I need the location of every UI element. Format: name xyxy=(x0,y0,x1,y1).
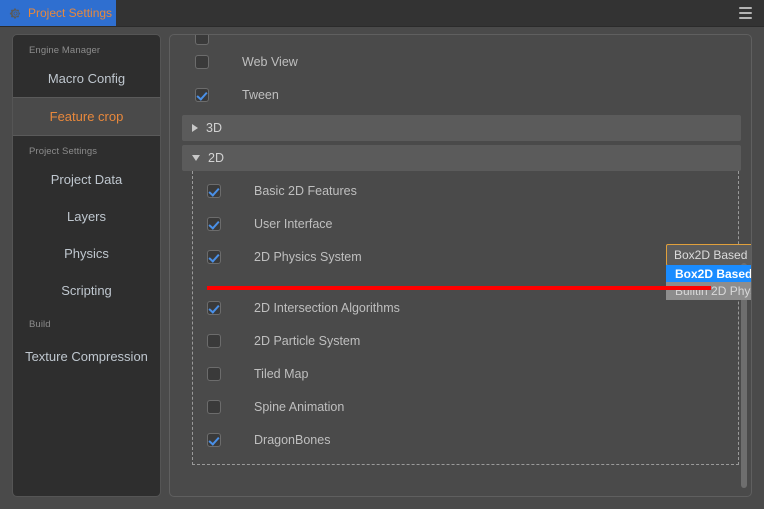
checkbox-tiled-map[interactable] xyxy=(207,366,221,381)
row-2d-physics-system[interactable]: 2D Physics System Box2D Based 2D Physics… xyxy=(193,240,751,300)
label-spine-animation: Spine Animation xyxy=(254,399,345,414)
chevron-down-icon xyxy=(192,155,200,161)
physics-system-option-list[interactable]: Box2D Based 2D Physics System Builtin 2D… xyxy=(666,265,751,300)
row-dragonbones[interactable]: DragonBones xyxy=(193,423,738,456)
section-label-3d: 3D xyxy=(206,121,222,135)
row-2d-intersection-algorithms[interactable]: 2D Intersection Algorithms xyxy=(193,291,738,324)
red-annotation-line xyxy=(207,286,711,290)
option-builtin-2d-physics-system[interactable]: Builtin 2D Physics System xyxy=(666,282,751,299)
label-tiled-map: Tiled Map xyxy=(254,366,309,381)
section-body-2d: Basic 2D Features User Interface 2D Phys… xyxy=(192,171,751,465)
label-web-view: Web View xyxy=(242,54,298,69)
sidebar-item-feature-crop[interactable]: Feature crop xyxy=(13,97,160,136)
checkbox-2d-particle-system[interactable] xyxy=(207,333,221,348)
tab-project-settings[interactable]: Project Settings xyxy=(0,0,116,26)
tab-label: Project Settings xyxy=(28,6,113,20)
row-2d-particle-system[interactable]: 2D Particle System xyxy=(193,324,738,357)
checkbox-dragonbones[interactable] xyxy=(207,432,221,447)
sidebar-group-title-engine-manager: Engine Manager xyxy=(29,45,101,56)
sidebar-group-title-build: Build xyxy=(29,319,51,330)
chevron-right-icon xyxy=(192,124,198,132)
gear-icon xyxy=(9,7,21,19)
clipped-row-above xyxy=(182,35,741,45)
checkbox-web-view[interactable] xyxy=(195,54,209,69)
row-spine-animation[interactable]: Spine Animation xyxy=(193,390,738,423)
label-tween: Tween xyxy=(242,87,279,102)
label-dragonbones: DragonBones xyxy=(254,432,331,447)
checkbox-2d-intersection-algorithms[interactable] xyxy=(207,300,221,315)
sidebar-item-physics[interactable]: Physics xyxy=(13,235,160,272)
option-box2d-based-2d-physics-system[interactable]: Box2D Based 2D Physics System xyxy=(666,265,751,282)
feature-list: Web View Tween 3D 2D Basic 2D Features U… xyxy=(170,35,751,496)
sidebar-item-layers[interactable]: Layers xyxy=(13,198,160,235)
row-user-interface[interactable]: User Interface xyxy=(193,207,738,240)
label-user-interface: User Interface xyxy=(254,216,333,231)
label-2d-intersection-algorithms: 2D Intersection Algorithms xyxy=(254,300,400,315)
row-tween[interactable]: Tween xyxy=(182,78,741,111)
checkbox-user-interface[interactable] xyxy=(207,216,221,231)
section-label-2d: 2D xyxy=(208,151,224,165)
hamburger-menu-icon[interactable] xyxy=(739,7,752,19)
hamburger-bar xyxy=(739,7,752,9)
section-header-3d[interactable]: 3D xyxy=(182,115,741,141)
sidebar-item-macro-config[interactable]: Macro Config xyxy=(13,60,160,97)
row-tiled-map[interactable]: Tiled Map xyxy=(193,357,738,390)
sidebar-group-title-project-settings: Project Settings xyxy=(29,146,98,157)
section-header-2d[interactable]: 2D xyxy=(182,145,741,171)
sidebar-item-texture-compression[interactable]: Texture Compression xyxy=(13,334,160,379)
row-basic-2d-features[interactable]: Basic 2D Features xyxy=(193,174,738,207)
checkbox-tween[interactable] xyxy=(195,87,209,102)
sidebar-item-project-data[interactable]: Project Data xyxy=(13,161,160,198)
row-web-view[interactable]: Web View xyxy=(182,45,741,78)
label-basic-2d-features: Basic 2D Features xyxy=(254,183,357,198)
label-2d-particle-system: 2D Particle System xyxy=(254,333,361,348)
sidebar-item-scripting[interactable]: Scripting xyxy=(13,272,160,309)
checkbox-spine-animation[interactable] xyxy=(207,399,221,414)
title-bar: Project Settings xyxy=(0,0,764,27)
checkbox-basic-2d-features[interactable] xyxy=(207,183,221,198)
hamburger-bar xyxy=(739,17,752,19)
checkbox-clipped[interactable] xyxy=(195,35,209,45)
hamburger-bar xyxy=(739,12,752,14)
label-2d-physics-system: 2D Physics System xyxy=(254,249,362,264)
feature-crop-panel: Web View Tween 3D 2D Basic 2D Features U… xyxy=(169,34,752,497)
checkbox-2d-physics-system[interactable] xyxy=(207,249,221,264)
settings-sidebar: Engine Manager Macro Config Feature crop… xyxy=(12,34,161,497)
